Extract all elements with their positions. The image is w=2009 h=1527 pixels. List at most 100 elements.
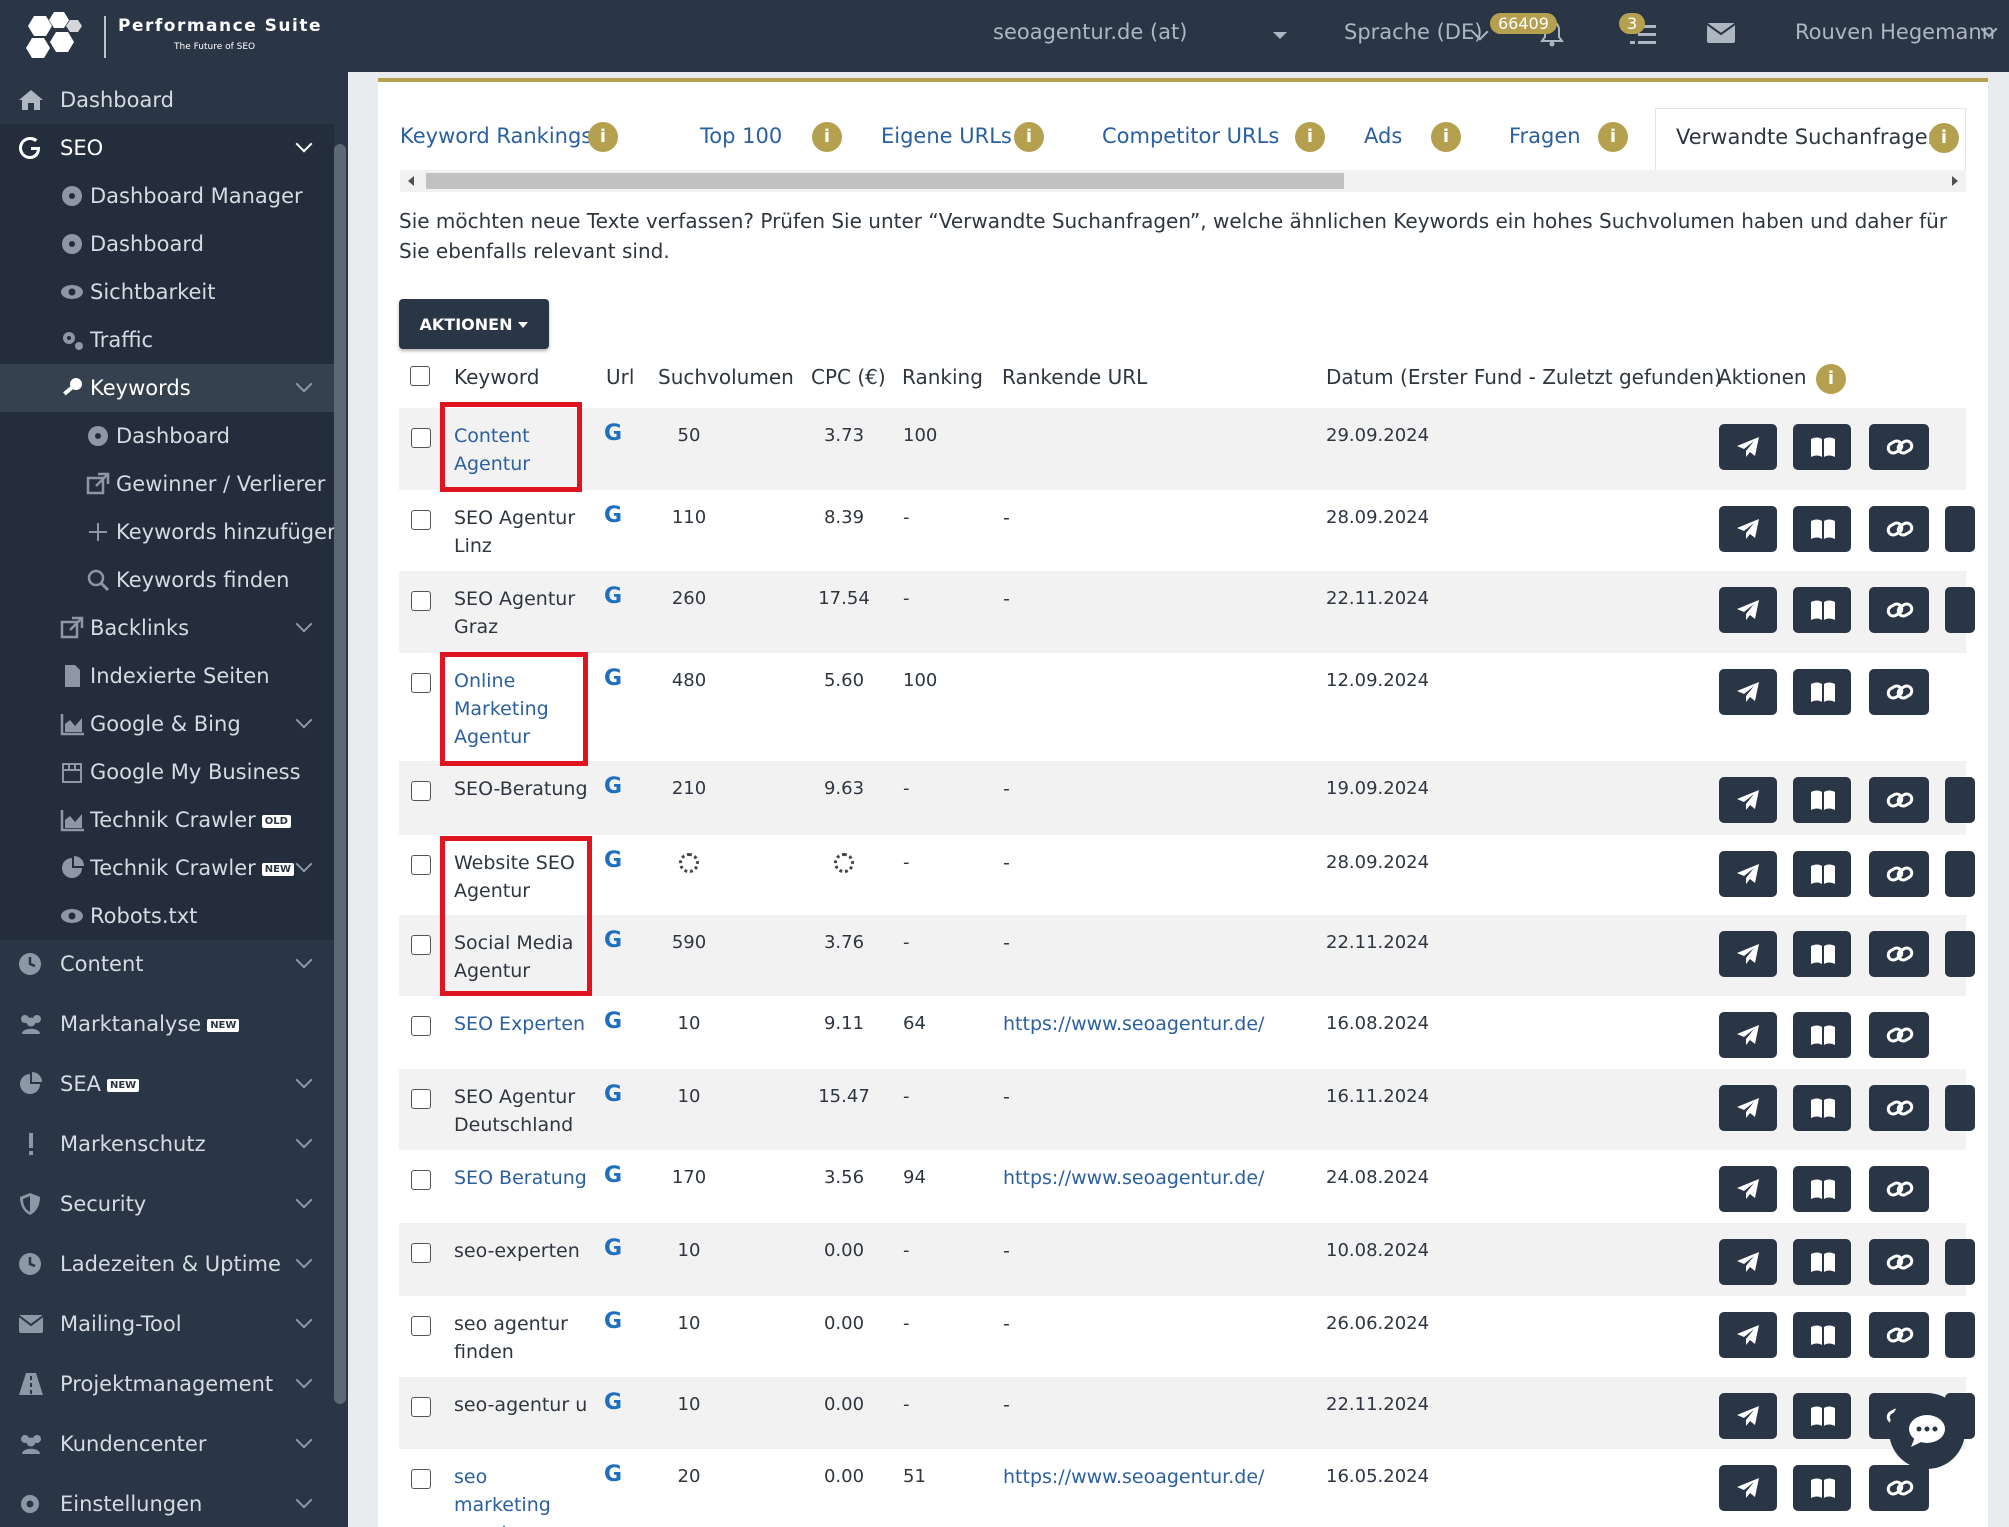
project-dropdown-caret-icon[interactable] <box>1273 32 1287 39</box>
send-button[interactable] <box>1719 506 1777 552</box>
google-url-icon[interactable]: G <box>604 1461 622 1489</box>
ranking-url-cell[interactable]: https://www.seoagentur.de/ <box>1003 1164 1264 1192</box>
send-button[interactable] <box>1719 1166 1777 1212</box>
send-button[interactable] <box>1719 1239 1777 1285</box>
google-url-icon[interactable]: G <box>604 420 622 448</box>
send-button[interactable] <box>1719 777 1777 823</box>
sidebar-item-dashboard-manager[interactable]: Dashboard Manager <box>0 172 334 220</box>
send-button[interactable] <box>1719 1312 1777 1358</box>
sidebar-item-keywords-finden[interactable]: Keywords finden <box>0 556 334 604</box>
more-action-button[interactable] <box>1945 506 1975 552</box>
language-selector[interactable]: Sprache (DE) <box>1344 20 1482 44</box>
keyword-cell[interactable]: SEO Experten <box>454 1010 589 1038</box>
row-checkbox[interactable] <box>411 1089 431 1109</box>
info-icon[interactable]: i <box>812 122 842 152</box>
content-briefing-button[interactable] <box>1793 1166 1851 1212</box>
row-checkbox[interactable] <box>411 1469 431 1489</box>
column-header-keyword[interactable]: Keyword <box>454 365 539 389</box>
more-action-button[interactable] <box>1945 851 1975 897</box>
google-url-icon[interactable]: G <box>604 1235 622 1263</box>
tab-fragen[interactable]: Fragen i <box>1509 108 1669 172</box>
sidebar-item-technik-crawler-new[interactable]: Technik Crawler NEW <box>0 844 334 892</box>
info-icon[interactable]: i <box>1929 123 1959 153</box>
send-button[interactable] <box>1719 931 1777 977</box>
sidebar-item-marktanalyse[interactable]: Marktanalyse NEW <box>0 1000 334 1048</box>
sidebar-item-google-my-business[interactable]: Google My Business <box>0 748 334 796</box>
sidebar-item-google-bing[interactable]: Google & Bing <box>0 700 334 748</box>
row-checkbox[interactable] <box>411 1316 431 1336</box>
column-header-ranking[interactable]: Ranking <box>902 365 983 389</box>
google-url-icon[interactable]: G <box>604 1081 622 1109</box>
sidebar-item-technik-crawler-old[interactable]: Technik Crawler OLD <box>0 796 334 844</box>
link-button[interactable] <box>1869 587 1929 633</box>
google-url-icon[interactable]: G <box>604 583 622 611</box>
send-button[interactable] <box>1719 1085 1777 1131</box>
google-url-icon[interactable]: G <box>604 847 622 875</box>
ranking-url-cell[interactable]: https://www.seoagentur.de/ <box>1003 1463 1264 1491</box>
content-briefing-button[interactable] <box>1793 424 1851 470</box>
sidebar-item-gewinner-verlierer[interactable]: Gewinner / Verlierer <box>0 460 334 508</box>
more-action-button[interactable] <box>1945 1085 1975 1131</box>
sidebar-item-backlinks[interactable]: Backlinks <box>0 604 334 652</box>
keyword-cell[interactable]: SEO Beratung <box>454 1164 589 1192</box>
sidebar-item-projektmanagement[interactable]: Projektmanagement <box>0 1360 334 1408</box>
send-button[interactable] <box>1719 1012 1777 1058</box>
keyword-cell[interactable]: seo marketing agentur <box>454 1463 589 1527</box>
sidebar-item-sichtbarkeit[interactable]: Sichtbarkeit <box>0 268 334 316</box>
link-button[interactable] <box>1869 851 1929 897</box>
sidebar-item-einstellungen[interactable]: Einstellungen <box>0 1480 334 1527</box>
sidebar-scrollbar[interactable] <box>334 144 346 1404</box>
sidebar-item-sea[interactable]: SEA NEW <box>0 1060 334 1108</box>
content-briefing-button[interactable] <box>1793 587 1851 633</box>
scroll-left-arrow-icon[interactable] <box>408 176 414 186</box>
tabs-horizontal-scrollbar[interactable] <box>400 170 1966 192</box>
row-checkbox[interactable] <box>411 781 431 801</box>
link-button[interactable] <box>1869 1012 1929 1058</box>
info-icon[interactable]: i <box>588 122 618 152</box>
row-checkbox[interactable] <box>411 673 431 693</box>
scroll-right-arrow-icon[interactable] <box>1952 176 1958 186</box>
aktionen-dropdown-button[interactable]: AKTIONEN <box>399 299 549 349</box>
info-icon[interactable]: i <box>1014 122 1044 152</box>
send-button[interactable] <box>1719 851 1777 897</box>
app-logo[interactable]: Performance Suite The Future of SEO <box>20 10 340 62</box>
row-checkbox[interactable] <box>411 1243 431 1263</box>
column-header-url[interactable]: Url <box>606 365 634 389</box>
user-menu[interactable]: Rouven Hegemann <box>1795 20 1995 44</box>
chat-button[interactable] <box>1889 1393 1965 1469</box>
info-icon[interactable]: i <box>1598 122 1628 152</box>
google-url-icon[interactable]: G <box>604 665 622 693</box>
content-briefing-button[interactable] <box>1793 851 1851 897</box>
sidebar-item-kundencenter[interactable]: Kundencenter <box>0 1420 334 1468</box>
info-icon[interactable]: i <box>1431 122 1461 152</box>
tab-top-100[interactable]: Top 100 i <box>700 108 860 172</box>
project-selector[interactable]: seoagentur.de (at) <box>993 20 1187 44</box>
content-briefing-button[interactable] <box>1793 1012 1851 1058</box>
send-button[interactable] <box>1719 1393 1777 1439</box>
sidebar-item-dashboard[interactable]: Dashboard <box>0 76 334 124</box>
info-icon[interactable]: i <box>1295 122 1325 152</box>
row-checkbox[interactable] <box>411 510 431 530</box>
sidebar-item-security[interactable]: Security <box>0 1180 334 1228</box>
column-header-datum[interactable]: Datum (Erster Fund - Zuletzt gefunden) <box>1326 365 1722 389</box>
sidebar-item-keywords[interactable]: Keywords <box>0 364 334 412</box>
content-briefing-button[interactable] <box>1793 777 1851 823</box>
column-header-suchvolumen[interactable]: Suchvolumen <box>658 365 794 389</box>
ranking-url-cell[interactable]: https://www.seoagentur.de/ <box>1003 1010 1264 1038</box>
content-briefing-button[interactable] <box>1793 1312 1851 1358</box>
content-briefing-button[interactable] <box>1793 669 1851 715</box>
link-button[interactable] <box>1869 1085 1929 1131</box>
column-header-rankende-url[interactable]: Rankende URL <box>1002 365 1147 389</box>
row-checkbox[interactable] <box>411 591 431 611</box>
google-url-icon[interactable]: G <box>604 1162 622 1190</box>
content-briefing-button[interactable] <box>1793 1393 1851 1439</box>
more-action-button[interactable] <box>1945 587 1975 633</box>
scrollbar-thumb[interactable] <box>426 173 1344 189</box>
content-briefing-button[interactable] <box>1793 1085 1851 1131</box>
tab-competitor-urls[interactable]: Competitor URLs i <box>1102 108 1342 172</box>
content-briefing-button[interactable] <box>1793 931 1851 977</box>
column-header-cpc[interactable]: CPC (€) <box>811 365 886 389</box>
sidebar-item-keywords-hinzufuegen[interactable]: Keywords hinzufügen <box>0 508 340 556</box>
more-action-button[interactable] <box>1945 1312 1975 1358</box>
row-checkbox[interactable] <box>411 1170 431 1190</box>
